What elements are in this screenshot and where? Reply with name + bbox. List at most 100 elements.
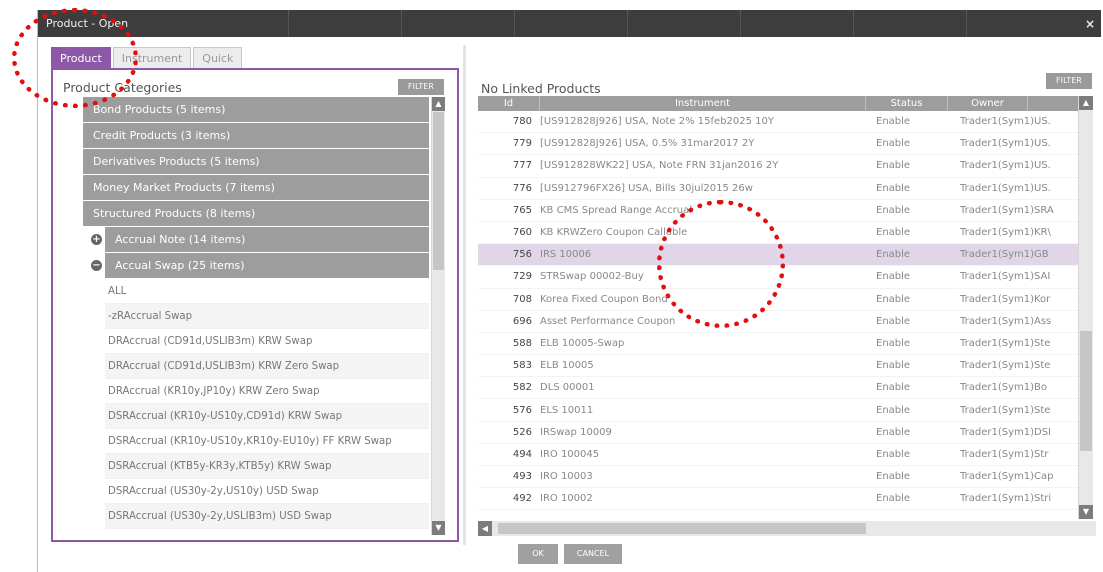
cell-instrument: IRSwap 10009 xyxy=(540,426,612,438)
category-row[interactable]: +Money Market Products (7 items) xyxy=(83,175,429,200)
scroll-thumb[interactable] xyxy=(433,112,444,270)
tab-instrument[interactable]: Instrument xyxy=(112,47,192,68)
list-item[interactable]: DSRAccrual (KR10y-US10y,CD91d) KRW Swap xyxy=(105,404,429,429)
horizontal-scroll-thumb[interactable] xyxy=(498,523,866,534)
tab-quick[interactable]: Quick xyxy=(193,47,243,68)
column-header-owner[interactable]: Owner xyxy=(948,96,1028,111)
table-row[interactable]: 708 Korea Fixed Coupon Bond Enable Trader1(… xyxy=(478,289,1078,311)
category-row[interactable]: +Derivatives Products (5 items) xyxy=(83,149,429,174)
table-row[interactable]: 696 Asset Performance Coupon Enable Trader1… xyxy=(478,311,1078,333)
list-item[interactable]: DSRAccrual (KTB5y-KR3y,KTB5y) KRW Swap xyxy=(105,454,429,479)
table-row[interactable]: 780 [US912828J926] USA, Note 2% 15feb2025… xyxy=(478,111,1078,134)
scroll-left-icon[interactable]: ◀ xyxy=(478,521,492,536)
cell-extra: Cap xyxy=(1034,471,1054,483)
cell-owner: Trader1(Sym1) xyxy=(960,360,1035,372)
scroll-up-icon[interactable]: ▲ xyxy=(432,97,445,111)
category-label: Money Market Products (7 items) xyxy=(93,181,275,194)
list-item[interactable]: -zRAccrual Swap xyxy=(105,304,429,329)
category-label: Credit Products (3 items) xyxy=(93,129,231,142)
column-header-extra[interactable] xyxy=(1028,96,1078,111)
cell-owner: Trader1(Sym1) xyxy=(960,471,1035,483)
panel-divider[interactable] xyxy=(463,45,466,545)
list-item[interactable]: DRAccrual (CD91d,USLIB3m) KRW Zero Swap xyxy=(105,354,429,379)
cell-extra: DSI xyxy=(1034,426,1051,438)
right-panel: No Linked Products FILTER Id Instrument … xyxy=(478,47,1096,542)
cell-extra: US. xyxy=(1034,116,1051,128)
category-row[interactable]: +Bond Products (5 items) xyxy=(83,97,429,122)
list-item[interactable]: DRAccrual (CD91d,USLIB3m) KRW Swap xyxy=(105,329,429,354)
cell-extra: SRA xyxy=(1034,204,1054,216)
cell-extra: Ste xyxy=(1034,404,1051,416)
right-filter-button[interactable]: FILTER xyxy=(1046,73,1092,89)
cell-owner: Trader1(Sym1) xyxy=(960,204,1035,216)
column-header-status[interactable]: Status xyxy=(866,96,948,111)
subcategory-row[interactable]: + Accrual Note (14 items) xyxy=(91,227,429,252)
cell-instrument: KB KRWZero Coupon Callable xyxy=(540,227,688,239)
table-row[interactable]: 582 DLS 00001 Enable Trader1(Sym1) Bo xyxy=(478,377,1078,400)
cell-owner: Trader1(Sym1) xyxy=(960,448,1035,460)
tab-product[interactable]: Product xyxy=(51,47,111,68)
expand-icon[interactable]: + xyxy=(91,234,102,245)
cell-instrument: Asset Performance Coupon xyxy=(540,315,676,327)
cell-owner: Trader1(Sym1) xyxy=(960,404,1035,416)
subcategory-row[interactable]: − Accual Swap (25 items) xyxy=(91,253,429,278)
cell-owner: Trader1(Sym1) xyxy=(960,382,1035,394)
cell-owner: Trader1(Sym1) xyxy=(960,227,1035,239)
cell-status: Enable xyxy=(876,426,911,438)
cell-status: Enable xyxy=(876,227,911,239)
cell-owner: Trader1(Sym1) xyxy=(960,315,1035,327)
list-item[interactable]: DSRAccrual (US30y-2y,USLIB3m) USD Swap xyxy=(105,504,429,529)
product-open-dialog: Product - Open × Product Instrument Quic… xyxy=(37,10,1101,572)
table-header: Id Instrument Status Owner xyxy=(478,96,1078,111)
title-bar: Product - Open × xyxy=(38,10,1101,37)
column-header-id[interactable]: Id xyxy=(478,96,540,111)
close-icon[interactable]: × xyxy=(1079,17,1101,31)
list-item[interactable]: DSRAccrual (KR10y-US10y,KR10y-EU10y) FF … xyxy=(105,429,429,454)
table-row[interactable]: 494 IRO 100045 Enable Trader1(Sym1) Str xyxy=(478,444,1078,466)
table-row[interactable]: 729 STRSwap 00002-Buy Enable Trader1(Sym1) S… xyxy=(478,266,1078,289)
ok-button[interactable]: OK xyxy=(518,544,558,564)
cell-instrument: [US912828J926] USA, Note 2% 15feb2025 10… xyxy=(540,116,775,128)
collapse-icon[interactable]: − xyxy=(91,260,102,271)
table-row[interactable]: 588 ELB 10005-Swap Enable Trader1(Sym1) Ste xyxy=(478,333,1078,356)
table-row[interactable]: 779 [US912828J926] USA, 0.5% 31mar2017 2Y… xyxy=(478,133,1078,156)
horizontal-scrollbar[interactable]: ◀ xyxy=(478,521,1096,536)
cell-status: Enable xyxy=(876,360,911,372)
list-item[interactable]: EQ DRAccrual (EURO STOXX 50, USLIB3m) US… xyxy=(105,529,429,535)
scroll-down-icon[interactable]: ▼ xyxy=(432,521,445,535)
right-vertical-scrollbar[interactable]: ▲ ▼ xyxy=(1078,96,1093,519)
table-row[interactable]: 583 ELB 10005 Enable Trader1(Sym1) Ste xyxy=(478,355,1078,378)
list-item[interactable]: DRAccrual (KR10y,JP10y) KRW Zero Swap xyxy=(105,379,429,404)
category-label: Structured Products (8 items) xyxy=(93,207,256,220)
cell-status: Enable xyxy=(876,448,911,460)
cancel-button[interactable]: CANCEL xyxy=(564,544,622,564)
table-row[interactable]: 492 IRO 10002 Enable Trader1(Sym1) Stri xyxy=(478,488,1078,511)
table-row[interactable]: 777 [US912828WK22] USA, Note FRN 31jan201… xyxy=(478,155,1078,178)
scroll-up-icon[interactable]: ▲ xyxy=(1079,96,1093,110)
table-row[interactable]: 493 IRO 10003 Enable Trader1(Sym1) Cap xyxy=(478,466,1078,489)
scroll-down-icon[interactable]: ▼ xyxy=(1079,505,1093,519)
table-row[interactable]: 765 KB CMS Spread Range Accrual Enable Trad… xyxy=(478,200,1078,222)
cell-instrument: [US912828WK22] USA, Note FRN 31jan2016 2… xyxy=(540,160,779,172)
list-item[interactable]: DSRAccrual (US30y-2y,US10y) USD Swap xyxy=(105,479,429,504)
table-row[interactable]: 576 ELS 10011 Enable Trader1(Sym1) Ste xyxy=(478,399,1078,422)
cell-extra: SAI xyxy=(1034,271,1051,283)
left-filter-button[interactable]: FILTER xyxy=(398,79,444,95)
category-row[interactable]: −Structured Products (8 items) xyxy=(83,201,429,226)
column-header-instrument[interactable]: Instrument xyxy=(540,96,866,111)
table-row[interactable]: 756 IRS 10006 Enable Trader1(Sym1) GB xyxy=(478,244,1078,267)
cell-owner: Trader1(Sym1) xyxy=(960,493,1035,505)
table-row[interactable]: 760 KB KRWZero Coupon Callable Enable Trade… xyxy=(478,222,1078,245)
table-row[interactable]: 526 IRSwap 10009 Enable Trader1(Sym1) DSI xyxy=(478,422,1078,444)
cell-extra: Ste xyxy=(1034,337,1051,349)
cell-id: 760 xyxy=(512,227,532,239)
category-label: Accual Swap (25 items) xyxy=(115,259,245,272)
scroll-thumb[interactable] xyxy=(1080,331,1092,451)
left-vertical-scrollbar[interactable]: ▲ ▼ xyxy=(431,97,445,535)
cell-extra: US. xyxy=(1034,182,1051,194)
left-panel: Product Instrument Quick Product Categor… xyxy=(51,47,459,542)
cell-instrument: ELB 10005 xyxy=(540,360,594,372)
list-item[interactable]: ALL xyxy=(105,279,429,304)
table-row[interactable]: 776 [US912796FX26] USA, Bills 30jul2015 2… xyxy=(478,178,1078,200)
category-row[interactable]: +Credit Products (3 items) xyxy=(83,123,429,148)
